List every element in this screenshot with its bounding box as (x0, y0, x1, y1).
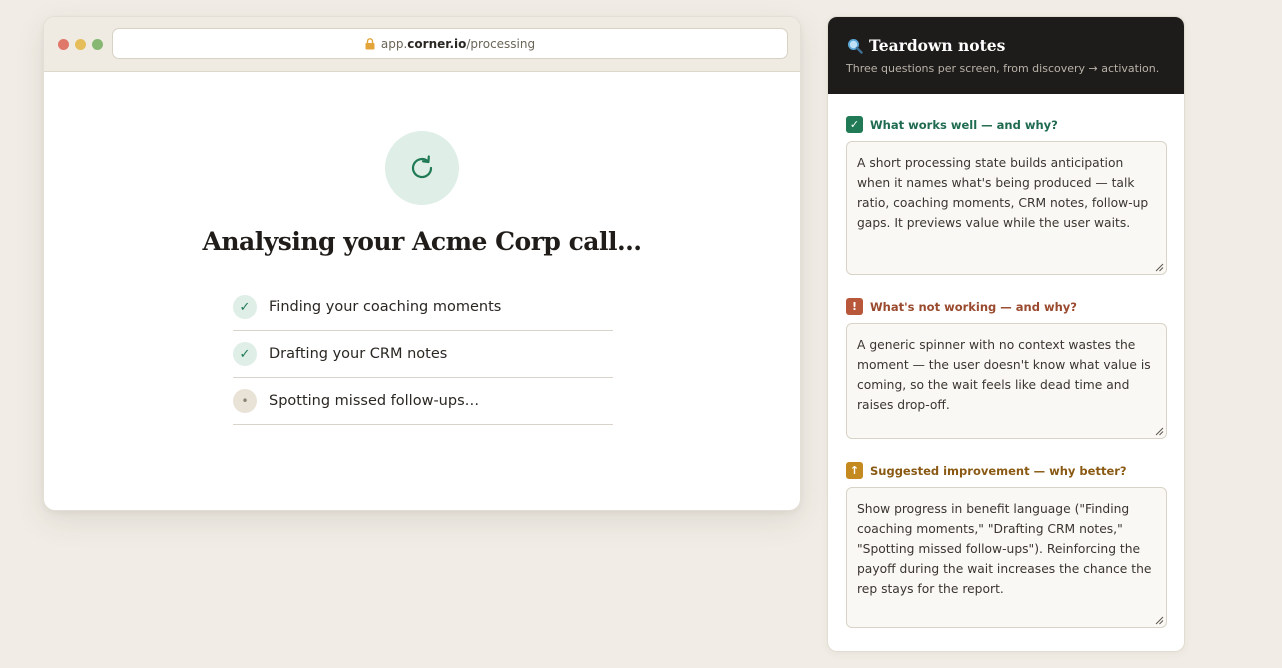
close-window-dot[interactable] (58, 39, 69, 50)
question-not-working: ! What's not working — and why? (846, 298, 1077, 315)
url-prefix: app. (380, 36, 408, 51)
panel-subtitle: Three questions per screen, from discove… (846, 62, 1160, 75)
resize-grip-icon[interactable] (1155, 263, 1164, 272)
step-label: Drafting your CRM notes (269, 346, 448, 362)
answer-text: Show progress in benefit language ("Find… (857, 502, 1152, 596)
lock-icon (365, 37, 375, 50)
list-item: ✓ Drafting your CRM notes (233, 331, 613, 378)
question-label: Suggested improvement — why better? (870, 463, 1127, 478)
resize-grip-icon[interactable] (1155, 616, 1164, 625)
processing-screen: Analysing your Acme Corp call… ✓ Finding… (44, 72, 800, 510)
url-host: corner.io (407, 36, 467, 51)
warning-icon: ! (846, 298, 863, 315)
processing-spinner (385, 131, 459, 205)
question-label: What works well — and why? (870, 117, 1058, 132)
question-label: What's not working — and why? (870, 299, 1077, 314)
list-item: • Spotting missed follow-ups… (233, 378, 613, 425)
browser-chrome: app. corner.io/processing (44, 17, 800, 72)
check-icon: ✓ (233, 342, 257, 366)
question-works-well: ✓ What works well — and why? (846, 116, 1058, 133)
panel-header: Teardown notes Three questions per scree… (828, 17, 1184, 94)
magnifier-icon (847, 38, 863, 54)
address-bar[interactable]: app. corner.io/processing (112, 28, 788, 59)
step-label: Spotting missed follow-ups… (269, 393, 480, 409)
question-improvement: ↑ Suggested improvement — why better? (846, 462, 1127, 479)
answer-works-well-field[interactable]: A short processing state builds anticipa… (846, 141, 1167, 275)
url-path: /processing (466, 36, 536, 51)
arrow-up-icon: ↑ (846, 462, 863, 479)
browser-window: app. corner.io/processing Analysing your … (43, 16, 801, 511)
answer-improvement-field[interactable]: Show progress in benefit language ("Find… (846, 487, 1167, 628)
pending-dot-icon: • (233, 389, 257, 413)
maximize-window-dot[interactable] (92, 39, 103, 50)
check-icon: ✓ (233, 295, 257, 319)
step-label: Finding your coaching moments (269, 299, 502, 315)
teardown-notes-panel: Teardown notes Three questions per scree… (827, 16, 1185, 652)
check-icon: ✓ (846, 116, 863, 133)
list-item: ✓ Finding your coaching moments (233, 284, 613, 331)
refresh-icon (411, 155, 433, 179)
panel-title: Teardown notes (847, 36, 1005, 55)
progress-steps: ✓ Finding your coaching moments ✓ Drafti… (233, 284, 613, 425)
answer-text: A short processing state builds anticipa… (857, 156, 1149, 230)
minimize-window-dot[interactable] (75, 39, 86, 50)
resize-grip-icon[interactable] (1155, 427, 1164, 436)
page-title: Analysing your Acme Corp call… (202, 227, 642, 256)
panel-title-text: Teardown notes (869, 36, 1006, 55)
answer-not-working-field[interactable]: A generic spinner with no context wastes… (846, 323, 1167, 439)
answer-text: A generic spinner with no context wastes… (857, 338, 1151, 412)
